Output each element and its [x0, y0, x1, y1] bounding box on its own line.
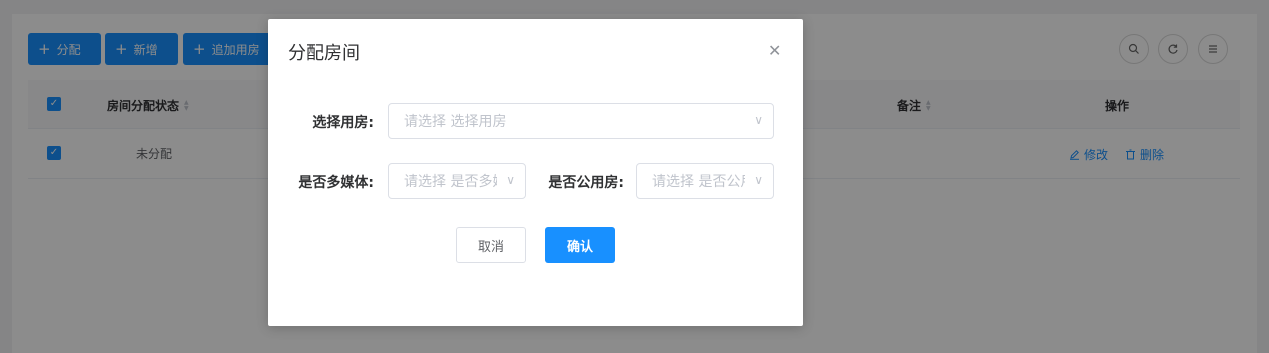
room-select-placeholder: 请选择 选择用房 — [404, 114, 507, 130]
chevron-down-icon: ∨ — [506, 173, 515, 187]
room-label: 选择用房: — [312, 115, 374, 131]
page-background: + 分配 + 新增 + 追加用房 ✓ 房间分配状态 ▲ ▼ 备注 ▲ ▼ 操作 … — [0, 0, 1269, 353]
public-room-label: 是否公用房: — [548, 175, 624, 191]
public-room-select-placeholder: 请选择 是否公用房 — [652, 174, 745, 190]
multimedia-label: 是否多媒体: — [298, 175, 374, 191]
confirm-button[interactable]: 确认 — [545, 227, 615, 263]
chevron-down-icon: ∨ — [754, 173, 763, 187]
chevron-down-icon: ∨ — [754, 113, 763, 127]
dialog-title: 分配房间 — [288, 43, 360, 64]
room-select[interactable]: 请选择 选择用房 ∨ — [388, 103, 774, 139]
multimedia-select[interactable]: 请选择 是否多媒体 ∨ — [388, 163, 526, 199]
close-icon[interactable]: ✕ — [768, 41, 781, 60]
multimedia-select-placeholder: 请选择 是否多媒体 — [404, 174, 497, 190]
cancel-button[interactable]: 取消 — [456, 227, 526, 263]
public-room-select[interactable]: 请选择 是否公用房 ∨ — [636, 163, 774, 199]
assign-room-dialog: 分配房间 ✕ 选择用房: 请选择 选择用房 ∨ 是否多媒体: 请选择 是否多媒体… — [268, 19, 803, 326]
